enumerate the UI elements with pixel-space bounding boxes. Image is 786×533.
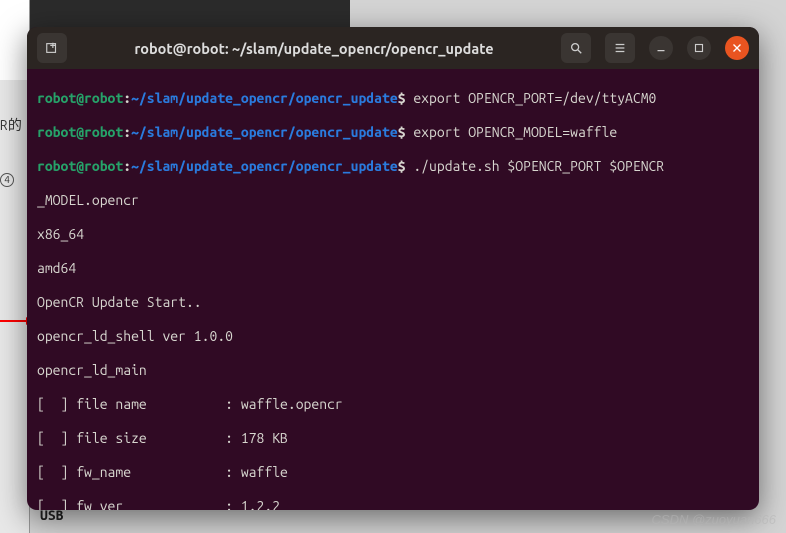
terminal-output-line: opencr_ld_main <box>37 362 749 379</box>
terminal-output-line: [ ] fw_name : waffle <box>37 464 749 481</box>
prompt-user: robot@robot <box>37 90 123 106</box>
search-button[interactable] <box>561 33 591 63</box>
menu-button[interactable] <box>605 33 635 63</box>
close-icon <box>730 41 744 55</box>
terminal-line: robot@robot:~/slam/update_opencr/opencr_… <box>37 158 749 175</box>
bg-r-text: R的 <box>0 115 22 135</box>
terminal-output-line: [ ] file size : 178 KB <box>37 430 749 447</box>
terminal-line: _MODEL.opencr <box>37 192 749 209</box>
terminal-body[interactable]: robot@robot:~/slam/update_opencr/opencr_… <box>27 69 759 510</box>
watermark: CSDN @zuoyuan666 <box>652 512 776 527</box>
terminal-output-line: [ ] fw_ver : 1.2.2 <box>37 498 749 510</box>
red-arrow-icon <box>0 320 28 322</box>
terminal-window: robot@robot: ~/slam/update_opencr/opencr… <box>27 27 759 510</box>
new-tab-icon <box>45 41 59 55</box>
terminal-output-line: OpenCR Update Start.. <box>37 294 749 311</box>
window-title: robot@robot: ~/slam/update_opencr/opencr… <box>77 40 551 57</box>
terminal-output-line: x86_64 <box>37 226 749 243</box>
terminal-output-line: [ ] file name : waffle.opencr <box>37 396 749 413</box>
new-tab-button[interactable] <box>37 33 67 63</box>
hamburger-icon <box>613 41 627 55</box>
terminal-line: robot@robot:~/slam/update_opencr/opencr_… <box>37 90 749 107</box>
terminal-line: robot@robot:~/slam/update_opencr/opencr_… <box>37 124 749 141</box>
search-icon <box>569 41 583 55</box>
maximize-button[interactable] <box>687 36 711 60</box>
minimize-button[interactable] <box>649 36 673 60</box>
terminal-output-line: opencr_ld_shell ver 1.0.0 <box>37 328 749 345</box>
terminal-output-line: amd64 <box>37 260 749 277</box>
command-text: export OPENCR_PORT=/dev/ttyACM0 <box>406 90 657 106</box>
bg-circled-4: 4 <box>0 170 14 187</box>
titlebar: robot@robot: ~/slam/update_opencr/opencr… <box>27 27 759 69</box>
minimize-icon <box>654 41 668 55</box>
background-left-strip: R的 4 <box>0 0 30 533</box>
close-button[interactable] <box>725 36 749 60</box>
prompt-path: ~/slam/update_opencr/opencr_update <box>131 90 398 106</box>
maximize-icon <box>692 41 706 55</box>
